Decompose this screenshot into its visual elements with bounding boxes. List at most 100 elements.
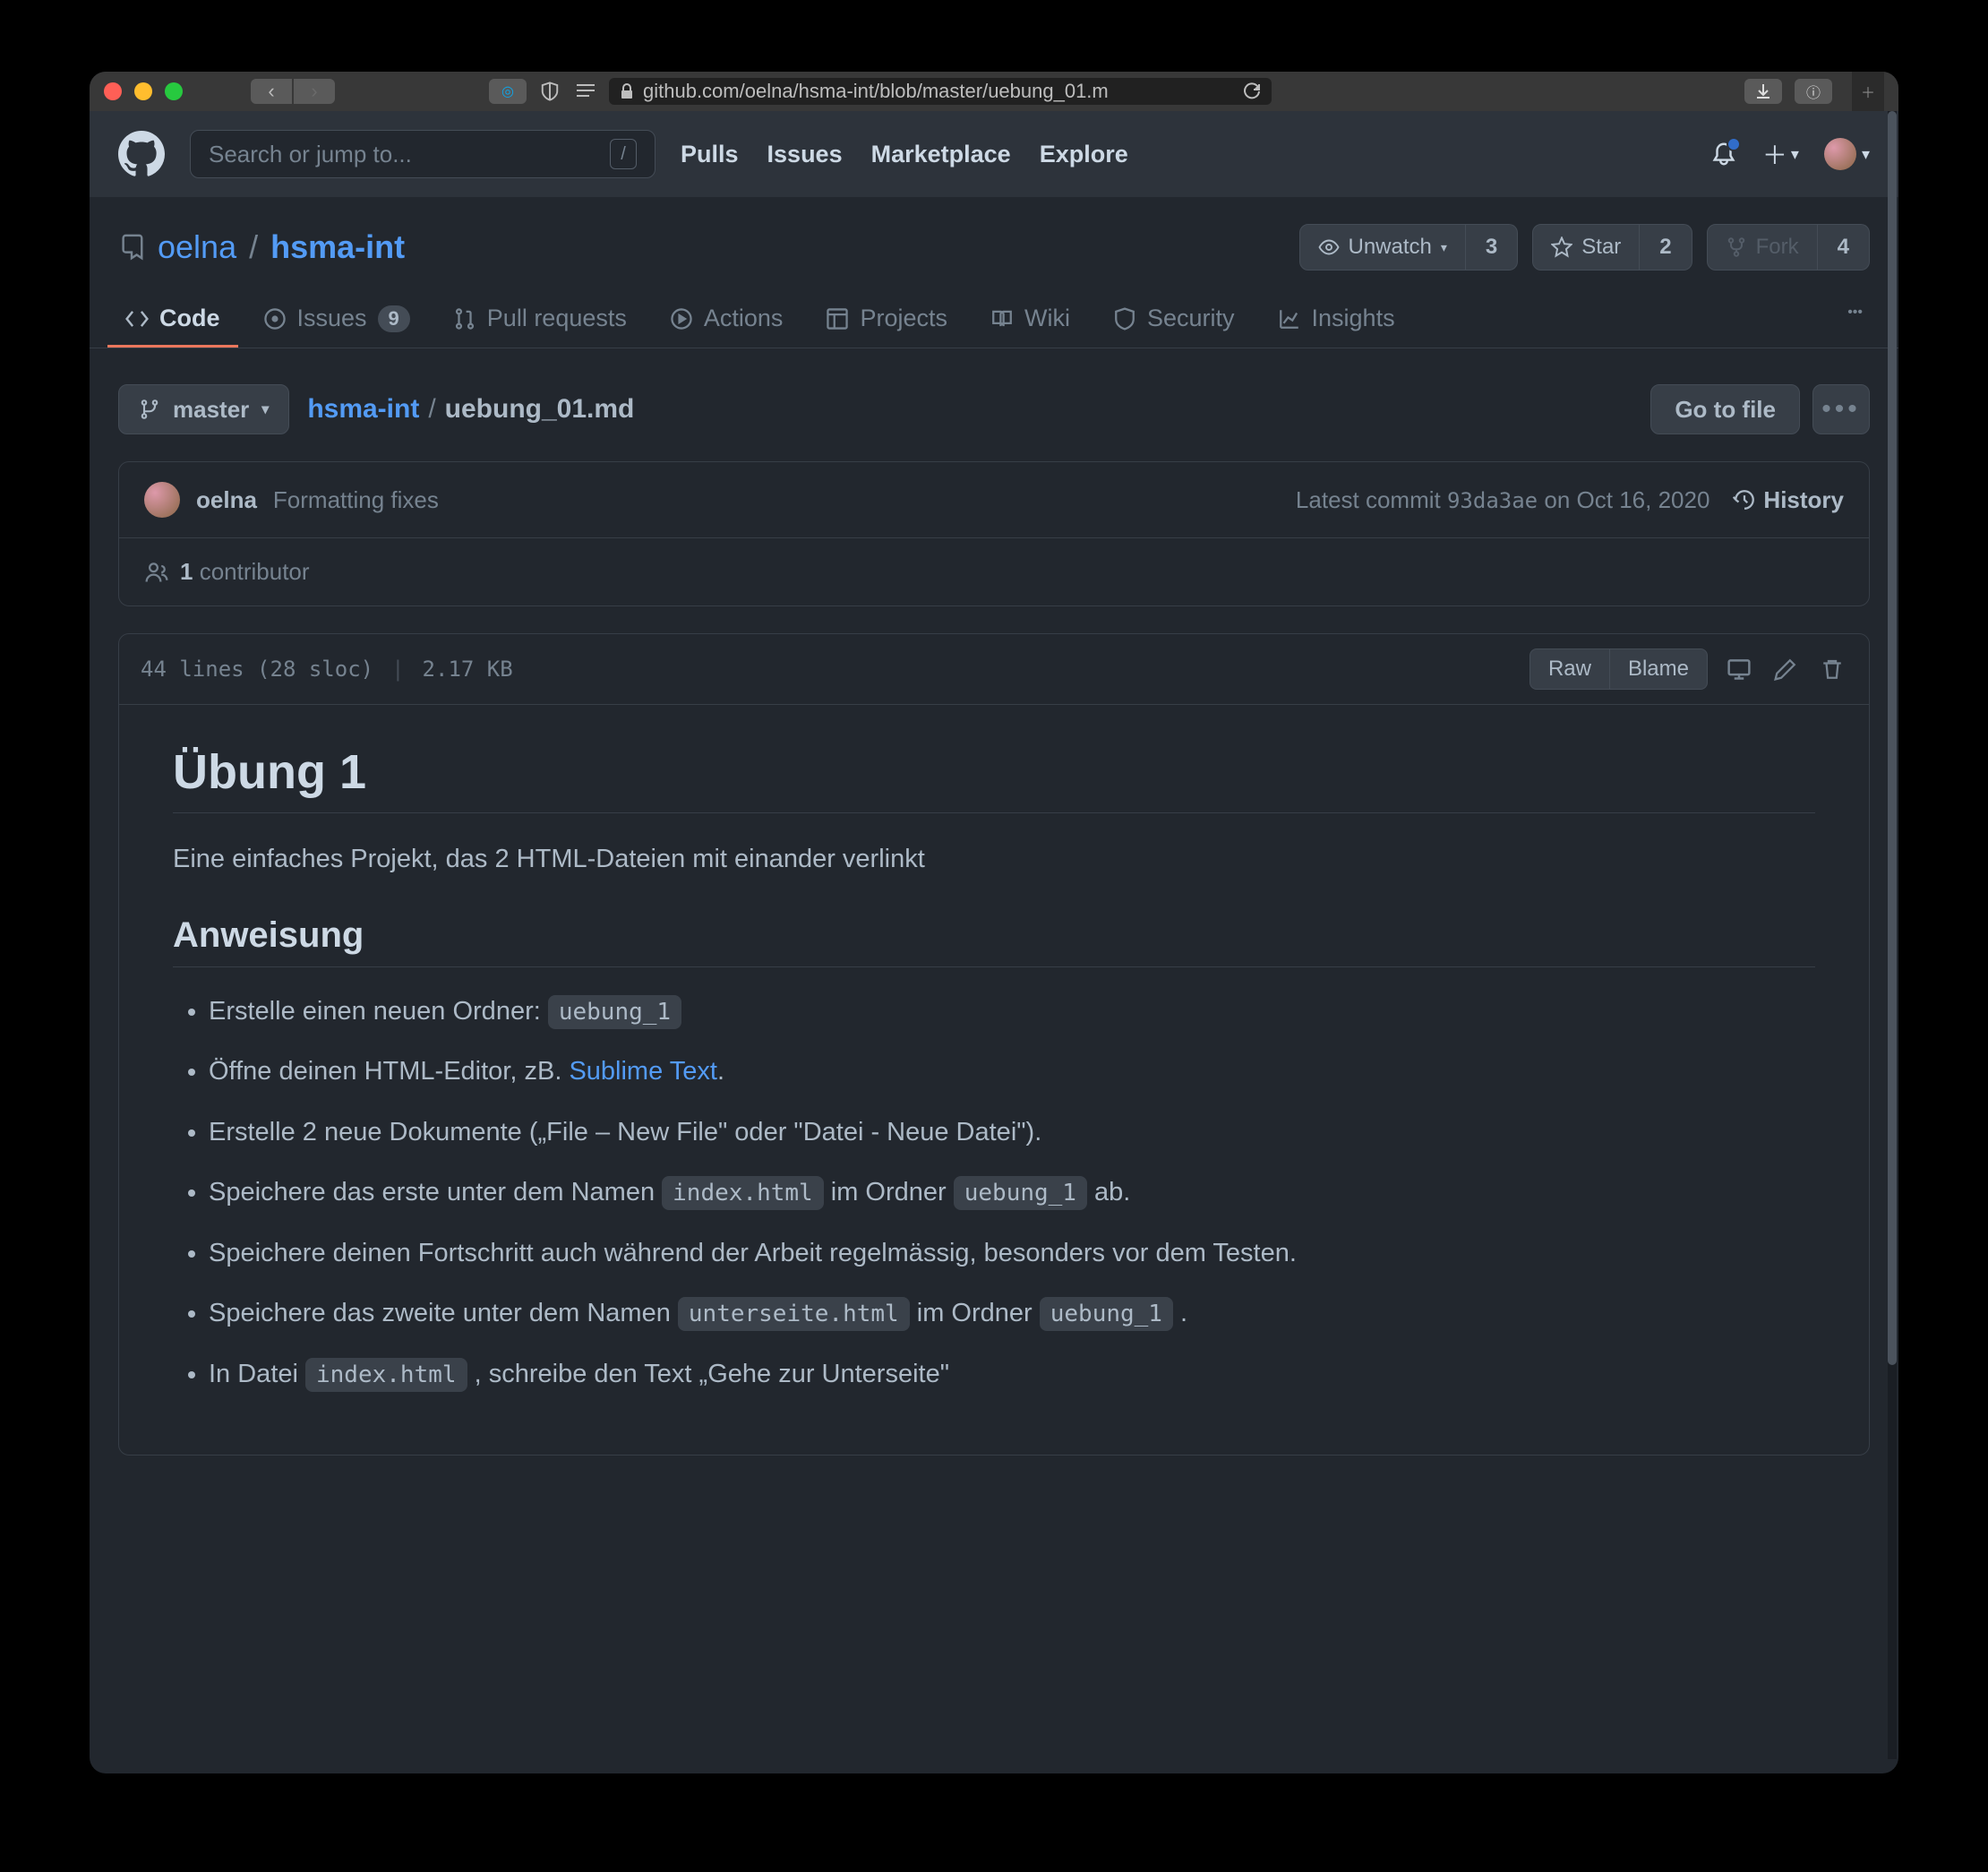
repo-header: oelna / hsma-int Unwatch ▾ 3 Star — [90, 197, 1898, 270]
blame-button[interactable]: Blame — [1610, 648, 1708, 690]
go-to-file-button[interactable]: Go to file — [1650, 384, 1800, 434]
primary-nav: Pulls Issues Marketplace Explore — [681, 141, 1128, 168]
unwatch-label: Unwatch — [1349, 235, 1432, 260]
close-window-button[interactable] — [104, 82, 122, 100]
nav-issues[interactable]: Issues — [767, 141, 843, 168]
url-text: github.com/oelna/hsma-int/blob/master/ue… — [643, 80, 1234, 103]
share-icon[interactable]: ⓘ — [1795, 79, 1832, 104]
latest-commit-box: oelna Formatting fixes Latest commit 93d… — [118, 461, 1870, 606]
notifications-button[interactable] — [1710, 141, 1737, 167]
reload-icon[interactable] — [1243, 82, 1261, 100]
edit-icon[interactable] — [1770, 654, 1801, 684]
tabs-overflow-button[interactable]: ••• — [1829, 292, 1881, 348]
path-separator: / — [249, 228, 258, 266]
breadcrumb: hsma-int / uebung_01.md — [307, 394, 634, 425]
inline-code: uebung_1 — [954, 1176, 1087, 1210]
breadcrumb-file: uebung_01.md — [445, 394, 635, 425]
notification-badge — [1727, 137, 1741, 151]
file-view: 44 lines (28 sloc) | 2.17 KB Raw Blame — [118, 633, 1870, 1456]
create-new-button[interactable]: ＋▾ — [1762, 136, 1799, 172]
shield-icon[interactable] — [537, 79, 562, 104]
people-icon — [144, 560, 169, 585]
list-item: In Datei index.html , schreibe den Text … — [209, 1355, 1815, 1395]
fork-button[interactable]: Fork — [1707, 224, 1818, 270]
commit-sha[interactable]: 93da3ae — [1447, 488, 1538, 513]
list-item: Speichere das zweite unter dem Namen unt… — [209, 1294, 1815, 1334]
lock-icon — [620, 83, 634, 99]
fork-label: Fork — [1756, 235, 1799, 260]
search-placeholder: Search or jump to... — [209, 141, 412, 168]
maximize-window-button[interactable] — [165, 82, 183, 100]
new-tab-button[interactable]: ＋ — [1852, 72, 1884, 111]
history-link[interactable]: History — [1733, 486, 1844, 514]
commit-date: Oct 16, 2020 — [1577, 486, 1710, 513]
markdown-body: Übung 1 Eine einfaches Projekt, das 2 HT… — [119, 705, 1869, 1455]
md-intro: Eine einfaches Projekt, das 2 HTML-Datei… — [173, 840, 1815, 880]
file-actions-overflow[interactable]: ••• — [1812, 384, 1870, 434]
commit-author-avatar[interactable] — [144, 482, 180, 518]
branch-select-button[interactable]: master ▾ — [118, 384, 289, 434]
reader-icon[interactable] — [573, 79, 598, 104]
search-input[interactable]: Search or jump to... / — [190, 130, 656, 178]
repo-tabs: Code Issues 9 Pull requests Actions Proj… — [90, 270, 1898, 348]
inline-code: index.html — [305, 1358, 467, 1392]
tab-wiki[interactable]: Wiki — [973, 292, 1088, 348]
window-controls — [104, 82, 183, 100]
unwatch-button[interactable]: Unwatch ▾ — [1299, 224, 1466, 270]
list-item: Speichere das erste unter dem Namen inde… — [209, 1173, 1815, 1213]
inline-code: uebung_1 — [1040, 1297, 1173, 1331]
browser-toolbar: ‹ › ◎ github.com/oelna/hsma-int/blob/mas… — [90, 72, 1898, 111]
fork-count[interactable]: 4 — [1818, 224, 1870, 270]
address-bar[interactable]: github.com/oelna/hsma-int/blob/master/ue… — [609, 78, 1272, 105]
repo-icon — [118, 234, 145, 261]
github-logo-icon[interactable] — [118, 131, 165, 177]
tab-insights[interactable]: Insights — [1260, 292, 1413, 348]
repo-owner-link[interactable]: oelna — [158, 228, 236, 266]
file-size: 2.17 KB — [423, 657, 513, 682]
nav-explore[interactable]: Explore — [1040, 141, 1128, 168]
desktop-icon[interactable] — [1724, 654, 1754, 684]
branch-name: master — [173, 396, 249, 424]
tab-security[interactable]: Security — [1095, 292, 1253, 348]
tab-issues[interactable]: Issues 9 — [245, 292, 428, 348]
site-header: Search or jump to... / Pulls Issues Mark… — [90, 111, 1898, 197]
md-heading-1: Übung 1 — [173, 744, 1815, 813]
raw-button[interactable]: Raw — [1530, 648, 1610, 690]
file-lines: 44 lines (28 sloc) — [141, 657, 373, 682]
list-item: Erstelle einen neuen Ordner: uebung_1 — [209, 992, 1815, 1032]
commit-author[interactable]: oelna — [196, 486, 257, 514]
contributor-count: 1 — [180, 558, 193, 585]
star-count[interactable]: 2 — [1640, 224, 1692, 270]
md-heading-2: Anweisung — [173, 915, 1815, 967]
tab-actions[interactable]: Actions — [652, 292, 801, 348]
back-button[interactable]: ‹ — [251, 79, 292, 104]
search-hotkey: / — [610, 139, 637, 169]
md-link-sublime[interactable]: Sublime Text — [569, 1057, 717, 1086]
file-navigation: master ▾ hsma-int / uebung_01.md Go to f… — [90, 348, 1898, 434]
tab-pull-requests[interactable]: Pull requests — [435, 292, 645, 348]
tab-code[interactable]: Code — [107, 292, 238, 348]
nav-pulls[interactable]: Pulls — [681, 141, 739, 168]
downloads-icon[interactable] — [1744, 79, 1782, 104]
user-menu[interactable]: ▾ — [1824, 138, 1870, 170]
minimize-window-button[interactable] — [134, 82, 152, 100]
issues-count: 9 — [378, 305, 410, 332]
list-item: Öffne deinen HTML-Editor, zB. Sublime Te… — [209, 1052, 1815, 1092]
file-stats: 44 lines (28 sloc) | 2.17 KB — [141, 657, 513, 682]
breadcrumb-root[interactable]: hsma-int — [307, 394, 419, 425]
scrollbar-thumb[interactable] — [1888, 111, 1897, 1365]
star-label: Star — [1581, 235, 1621, 260]
delete-icon[interactable] — [1817, 654, 1847, 684]
privacy-report-icon[interactable]: ◎ — [489, 79, 527, 104]
tab-projects[interactable]: Projects — [808, 292, 965, 348]
forward-button[interactable]: › — [294, 79, 335, 104]
commit-message[interactable]: Formatting fixes — [273, 486, 439, 514]
star-button[interactable]: Star — [1532, 224, 1640, 270]
inline-code: unterseite.html — [678, 1297, 910, 1331]
list-item: Speichere deinen Fortschritt auch währen… — [209, 1234, 1815, 1274]
list-item: Erstelle 2 neue Dokumente („File – New F… — [209, 1113, 1815, 1153]
nav-marketplace[interactable]: Marketplace — [871, 141, 1011, 168]
avatar — [1824, 138, 1856, 170]
watch-count[interactable]: 3 — [1466, 224, 1518, 270]
repo-name-link[interactable]: hsma-int — [270, 228, 405, 266]
